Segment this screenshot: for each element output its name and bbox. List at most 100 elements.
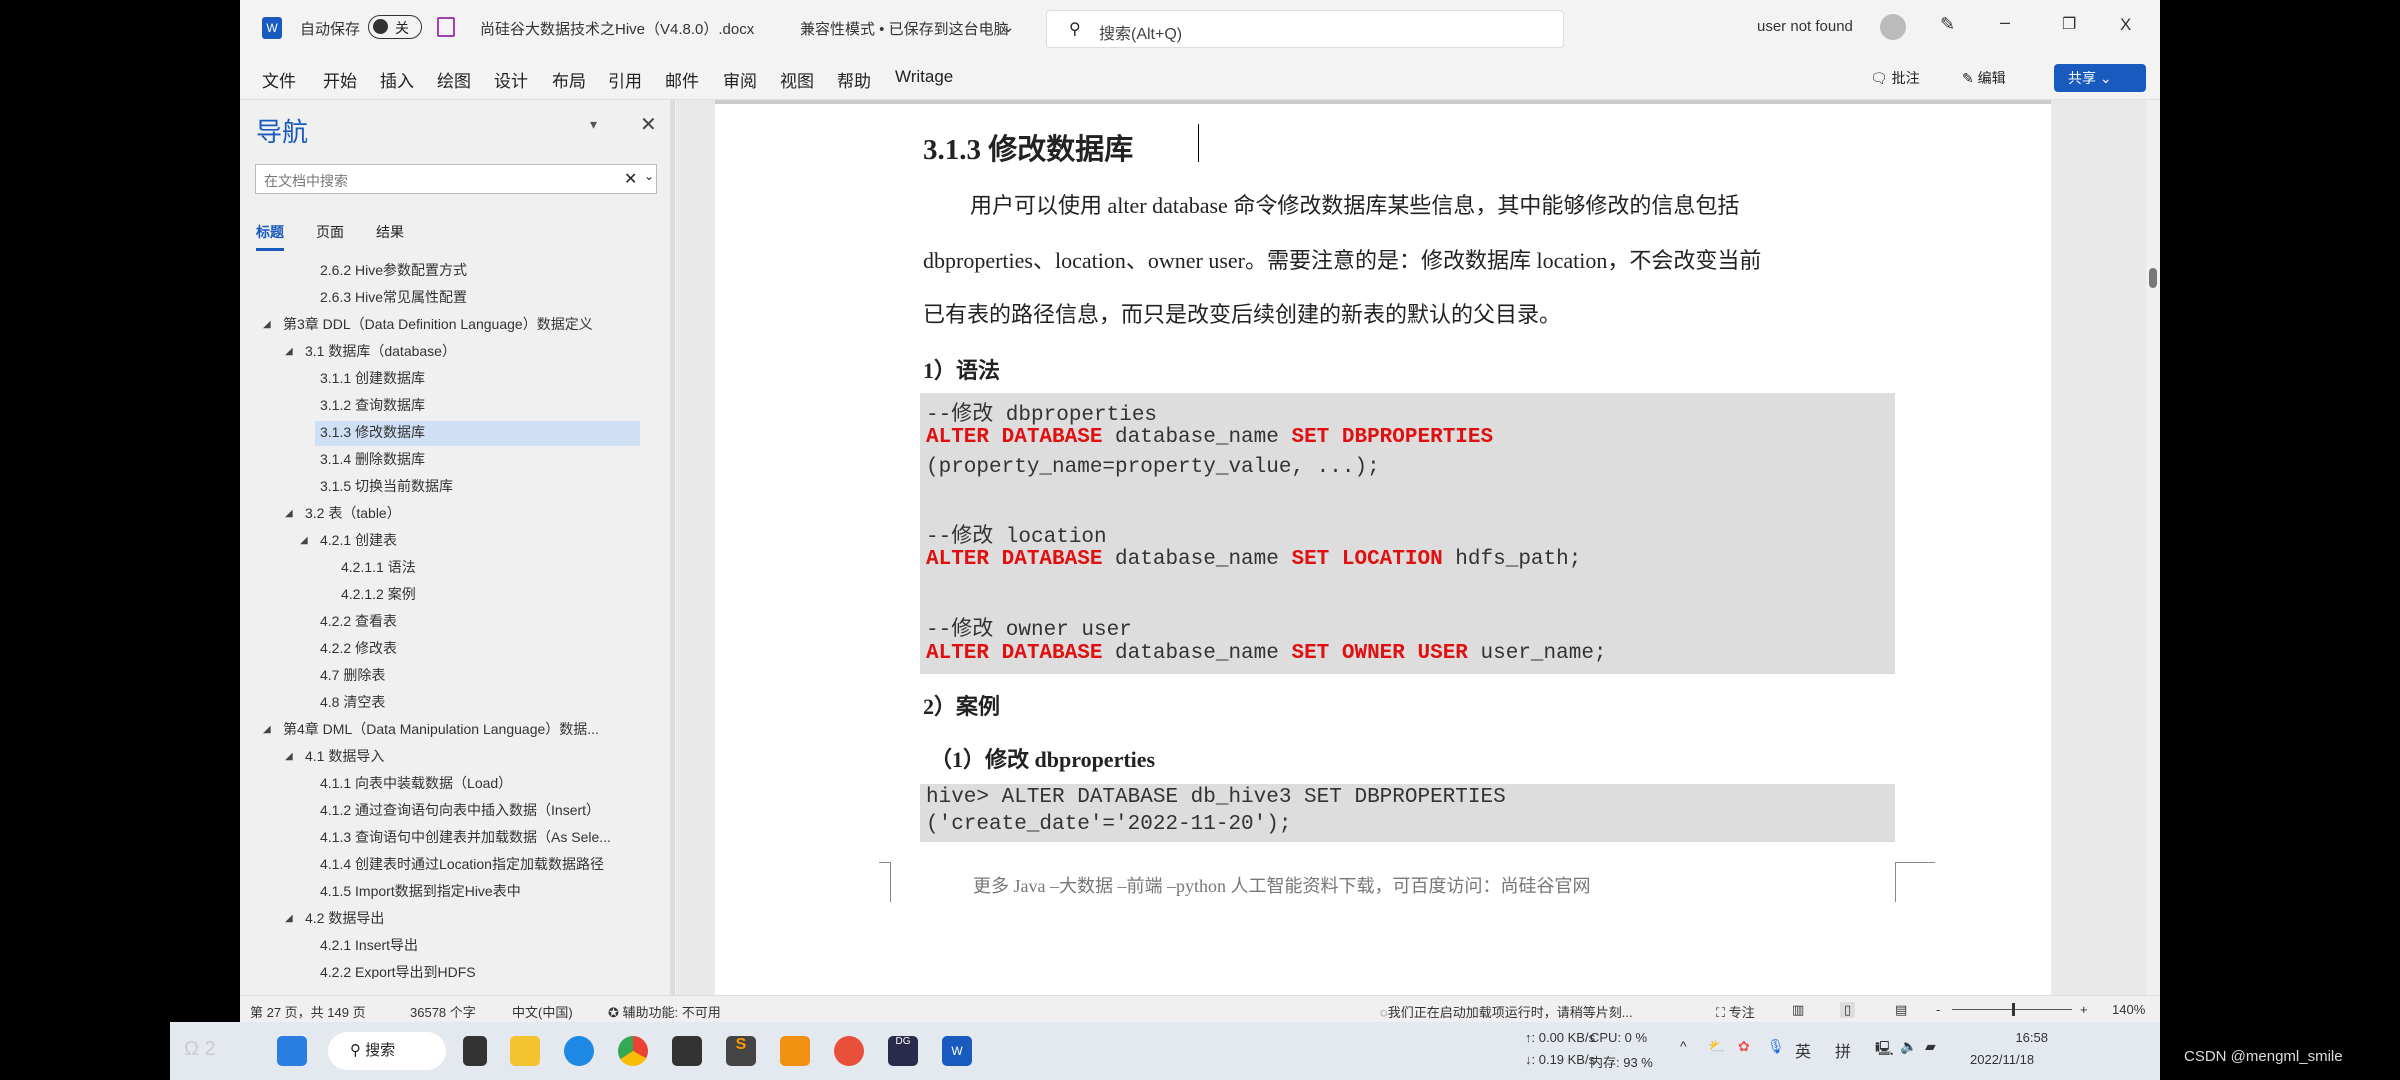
page-count[interactable]: 第 27 页，共 149 页 bbox=[250, 1002, 366, 1021]
accessibility-status[interactable]: ✪ 辅助功能: 不可用 bbox=[608, 1002, 721, 1021]
chevron-down-icon[interactable]: ⌄ bbox=[644, 169, 654, 183]
print-layout-icon[interactable]: ▯ bbox=[1840, 1002, 1856, 1018]
read-mode-icon[interactable]: ▥ bbox=[1792, 1002, 1804, 1018]
nav-heading-item[interactable]: 4.1.3 查询语句中创建表并加载数据（As Sele... bbox=[320, 824, 611, 850]
avatar[interactable] bbox=[1880, 14, 1906, 40]
expand-triangle-icon[interactable]: ◢ bbox=[285, 751, 293, 762]
clear-icon[interactable]: ✕ bbox=[624, 169, 637, 189]
nav-tab-results[interactable]: 结果 bbox=[376, 222, 404, 242]
tab-layout[interactable]: 布局 bbox=[552, 67, 586, 92]
nav-heading-item[interactable]: 2.6.2 Hive参数配置方式 bbox=[320, 257, 467, 283]
app-icon[interactable] bbox=[834, 1036, 864, 1066]
virtualbox-icon[interactable] bbox=[780, 1036, 810, 1066]
focus-button[interactable]: ⛶ 专注 bbox=[1716, 1002, 1755, 1021]
tab-references[interactable]: 引用 bbox=[608, 67, 642, 92]
restore-button[interactable]: ❐ bbox=[2062, 14, 2076, 34]
volume-icon[interactable]: 🔈 bbox=[1900, 1038, 1917, 1055]
ime-pinyin[interactable]: 拼 bbox=[1835, 1038, 1851, 1062]
nav-heading-item[interactable]: 3.1.2 查询数据库 bbox=[320, 392, 425, 418]
nav-heading-item[interactable]: 第4章 DML（Data Manipulation Language）数据... bbox=[283, 716, 599, 742]
terminal-icon[interactable] bbox=[672, 1036, 702, 1066]
close-button[interactable]: X bbox=[2120, 15, 2131, 35]
minimize-button[interactable]: – bbox=[2000, 12, 2010, 33]
tab-writage[interactable]: Writage bbox=[895, 67, 953, 87]
expand-triangle-icon[interactable]: ◢ bbox=[285, 508, 293, 519]
sublime-icon[interactable]: S bbox=[726, 1036, 756, 1066]
taskbar-search[interactable]: ⚲ 搜索 bbox=[328, 1032, 446, 1070]
microphone-icon[interactable]: 🎙 bbox=[1767, 1038, 1785, 1055]
chevron-up-icon[interactable]: ^ bbox=[1680, 1038, 1687, 1054]
nav-heading-item[interactable]: 4.2.2 Export导出到HDFS bbox=[320, 959, 476, 979]
datagrip-icon[interactable]: DG bbox=[888, 1036, 918, 1066]
edge-icon[interactable] bbox=[564, 1036, 594, 1066]
word-taskbar-icon[interactable]: W bbox=[942, 1036, 972, 1066]
nav-heading-item[interactable]: 4.2.1 Insert导出 bbox=[320, 932, 418, 958]
app-tray-icon[interactable]: ✿ bbox=[1738, 1038, 1750, 1055]
tab-file[interactable]: 文件 bbox=[262, 67, 296, 92]
tab-insert[interactable]: 插入 bbox=[380, 67, 414, 92]
chevron-down-icon[interactable]: ⌄ bbox=[1002, 18, 1015, 36]
nav-heading-item[interactable]: 3.1.1 创建数据库 bbox=[320, 365, 425, 391]
nav-heading-item[interactable]: 第3章 DDL（Data Definition Language）数据定义 bbox=[283, 311, 593, 337]
nav-heading-item[interactable]: 2.6.3 Hive常见属性配置 bbox=[320, 284, 467, 310]
scrollbar-thumb[interactable] bbox=[2149, 268, 2157, 288]
autosave-toggle[interactable]: 关 bbox=[368, 15, 422, 39]
nav-heading-item[interactable]: 4.2.1.1 语法 bbox=[341, 554, 416, 580]
nav-scrollbar[interactable] bbox=[670, 100, 674, 995]
zoom-slider[interactable] bbox=[1952, 1003, 2072, 1016]
nav-heading-item[interactable]: 3.1.4 删除数据库 bbox=[320, 446, 425, 472]
zoom-in-button[interactable]: + bbox=[2080, 1002, 2088, 1017]
zoom-level[interactable]: 140% bbox=[2112, 1002, 2145, 1017]
user-name[interactable]: user not found bbox=[1757, 18, 1853, 35]
nav-tab-headings[interactable]: 标题 bbox=[256, 222, 284, 251]
battery-icon[interactable]: ▰ bbox=[1925, 1038, 1936, 1055]
web-layout-icon[interactable]: ▤ bbox=[1895, 1002, 1907, 1018]
close-icon[interactable]: ✕ bbox=[640, 112, 657, 137]
zoom-out-button[interactable]: - bbox=[1936, 1002, 1940, 1017]
nav-heading-item[interactable]: 4.2.2 修改表 bbox=[320, 635, 397, 661]
nav-heading-item[interactable]: 3.2 表（table） bbox=[305, 500, 401, 526]
expand-triangle-icon[interactable]: ◢ bbox=[300, 535, 308, 546]
nav-heading-item[interactable]: 4.2 数据导出 bbox=[305, 905, 384, 931]
tab-design[interactable]: 设计 bbox=[494, 67, 528, 92]
edit-button[interactable]: ✎ 编辑 bbox=[1962, 68, 2006, 88]
tab-view[interactable]: 视图 bbox=[780, 67, 814, 92]
tab-help[interactable]: 帮助 bbox=[837, 67, 871, 92]
share-button[interactable]: 共享 ⌄ bbox=[2054, 64, 2146, 92]
nav-heading-item[interactable]: 4.1.4 创建表时通过Location指定加载数据路径 bbox=[320, 851, 604, 877]
nav-heading-item[interactable]: 4.1.2 通过查询语句向表中插入数据（Insert） bbox=[320, 797, 600, 823]
document-status[interactable]: 兼容性模式 • 已保存到这台电脑 bbox=[800, 18, 1009, 39]
clock-time[interactable]: 16:58 bbox=[1988, 1030, 2048, 1045]
nav-heading-item[interactable]: 4.8 清空表 bbox=[320, 689, 385, 715]
nav-heading-item[interactable]: 4.2.1.2 案例 bbox=[341, 581, 416, 607]
file-explorer-icon[interactable] bbox=[510, 1036, 540, 1066]
network-icon[interactable]: 🖳 bbox=[1875, 1038, 1894, 1062]
nav-search-input[interactable]: 在文档中搜索 ✕ ⌄ bbox=[255, 164, 657, 194]
nav-heading-item[interactable]: 4.1 数据导入 bbox=[305, 743, 384, 769]
language[interactable]: 中文(中国) bbox=[512, 1002, 573, 1021]
expand-triangle-icon[interactable]: ◢ bbox=[285, 346, 293, 357]
vertical-scrollbar[interactable] bbox=[2146, 100, 2160, 995]
nav-tab-pages[interactable]: 页面 bbox=[316, 222, 344, 242]
nav-options-icon[interactable]: ▾ bbox=[590, 116, 597, 133]
nav-heading-item[interactable]: 4.2.1 创建表 bbox=[320, 527, 397, 553]
clock-date[interactable]: 2022/11/18 bbox=[1970, 1052, 2034, 1067]
pen-icon[interactable]: ✎ bbox=[1940, 14, 1955, 35]
start-button[interactable] bbox=[277, 1036, 307, 1066]
chrome-icon[interactable] bbox=[618, 1036, 648, 1066]
ime-english[interactable]: 英 bbox=[1795, 1038, 1811, 1062]
nav-heading-item[interactable]: 4.1.5 Import数据到指定Hive表中 bbox=[320, 878, 521, 904]
nav-heading-item[interactable]: 3.1.3 修改数据库 bbox=[320, 419, 425, 445]
weather-icon[interactable]: ⛅ bbox=[1708, 1038, 1725, 1055]
nav-heading-item[interactable]: 4.2.2 查看表 bbox=[320, 608, 397, 634]
nav-heading-item[interactable]: 3.1 数据库（database） bbox=[305, 338, 456, 364]
tab-mailings[interactable]: 邮件 bbox=[665, 67, 699, 92]
save-icon[interactable] bbox=[437, 17, 455, 37]
task-view-icon[interactable] bbox=[463, 1036, 487, 1066]
tab-draw[interactable]: 绘图 bbox=[437, 67, 471, 92]
expand-triangle-icon[interactable]: ◢ bbox=[263, 319, 271, 330]
expand-triangle-icon[interactable]: ◢ bbox=[285, 913, 293, 924]
nav-heading-item[interactable]: 4.7 删除表 bbox=[320, 662, 385, 688]
nav-heading-item[interactable]: 4.1.1 向表中装载数据（Load） bbox=[320, 770, 512, 796]
tab-home[interactable]: 开始 bbox=[323, 67, 357, 92]
